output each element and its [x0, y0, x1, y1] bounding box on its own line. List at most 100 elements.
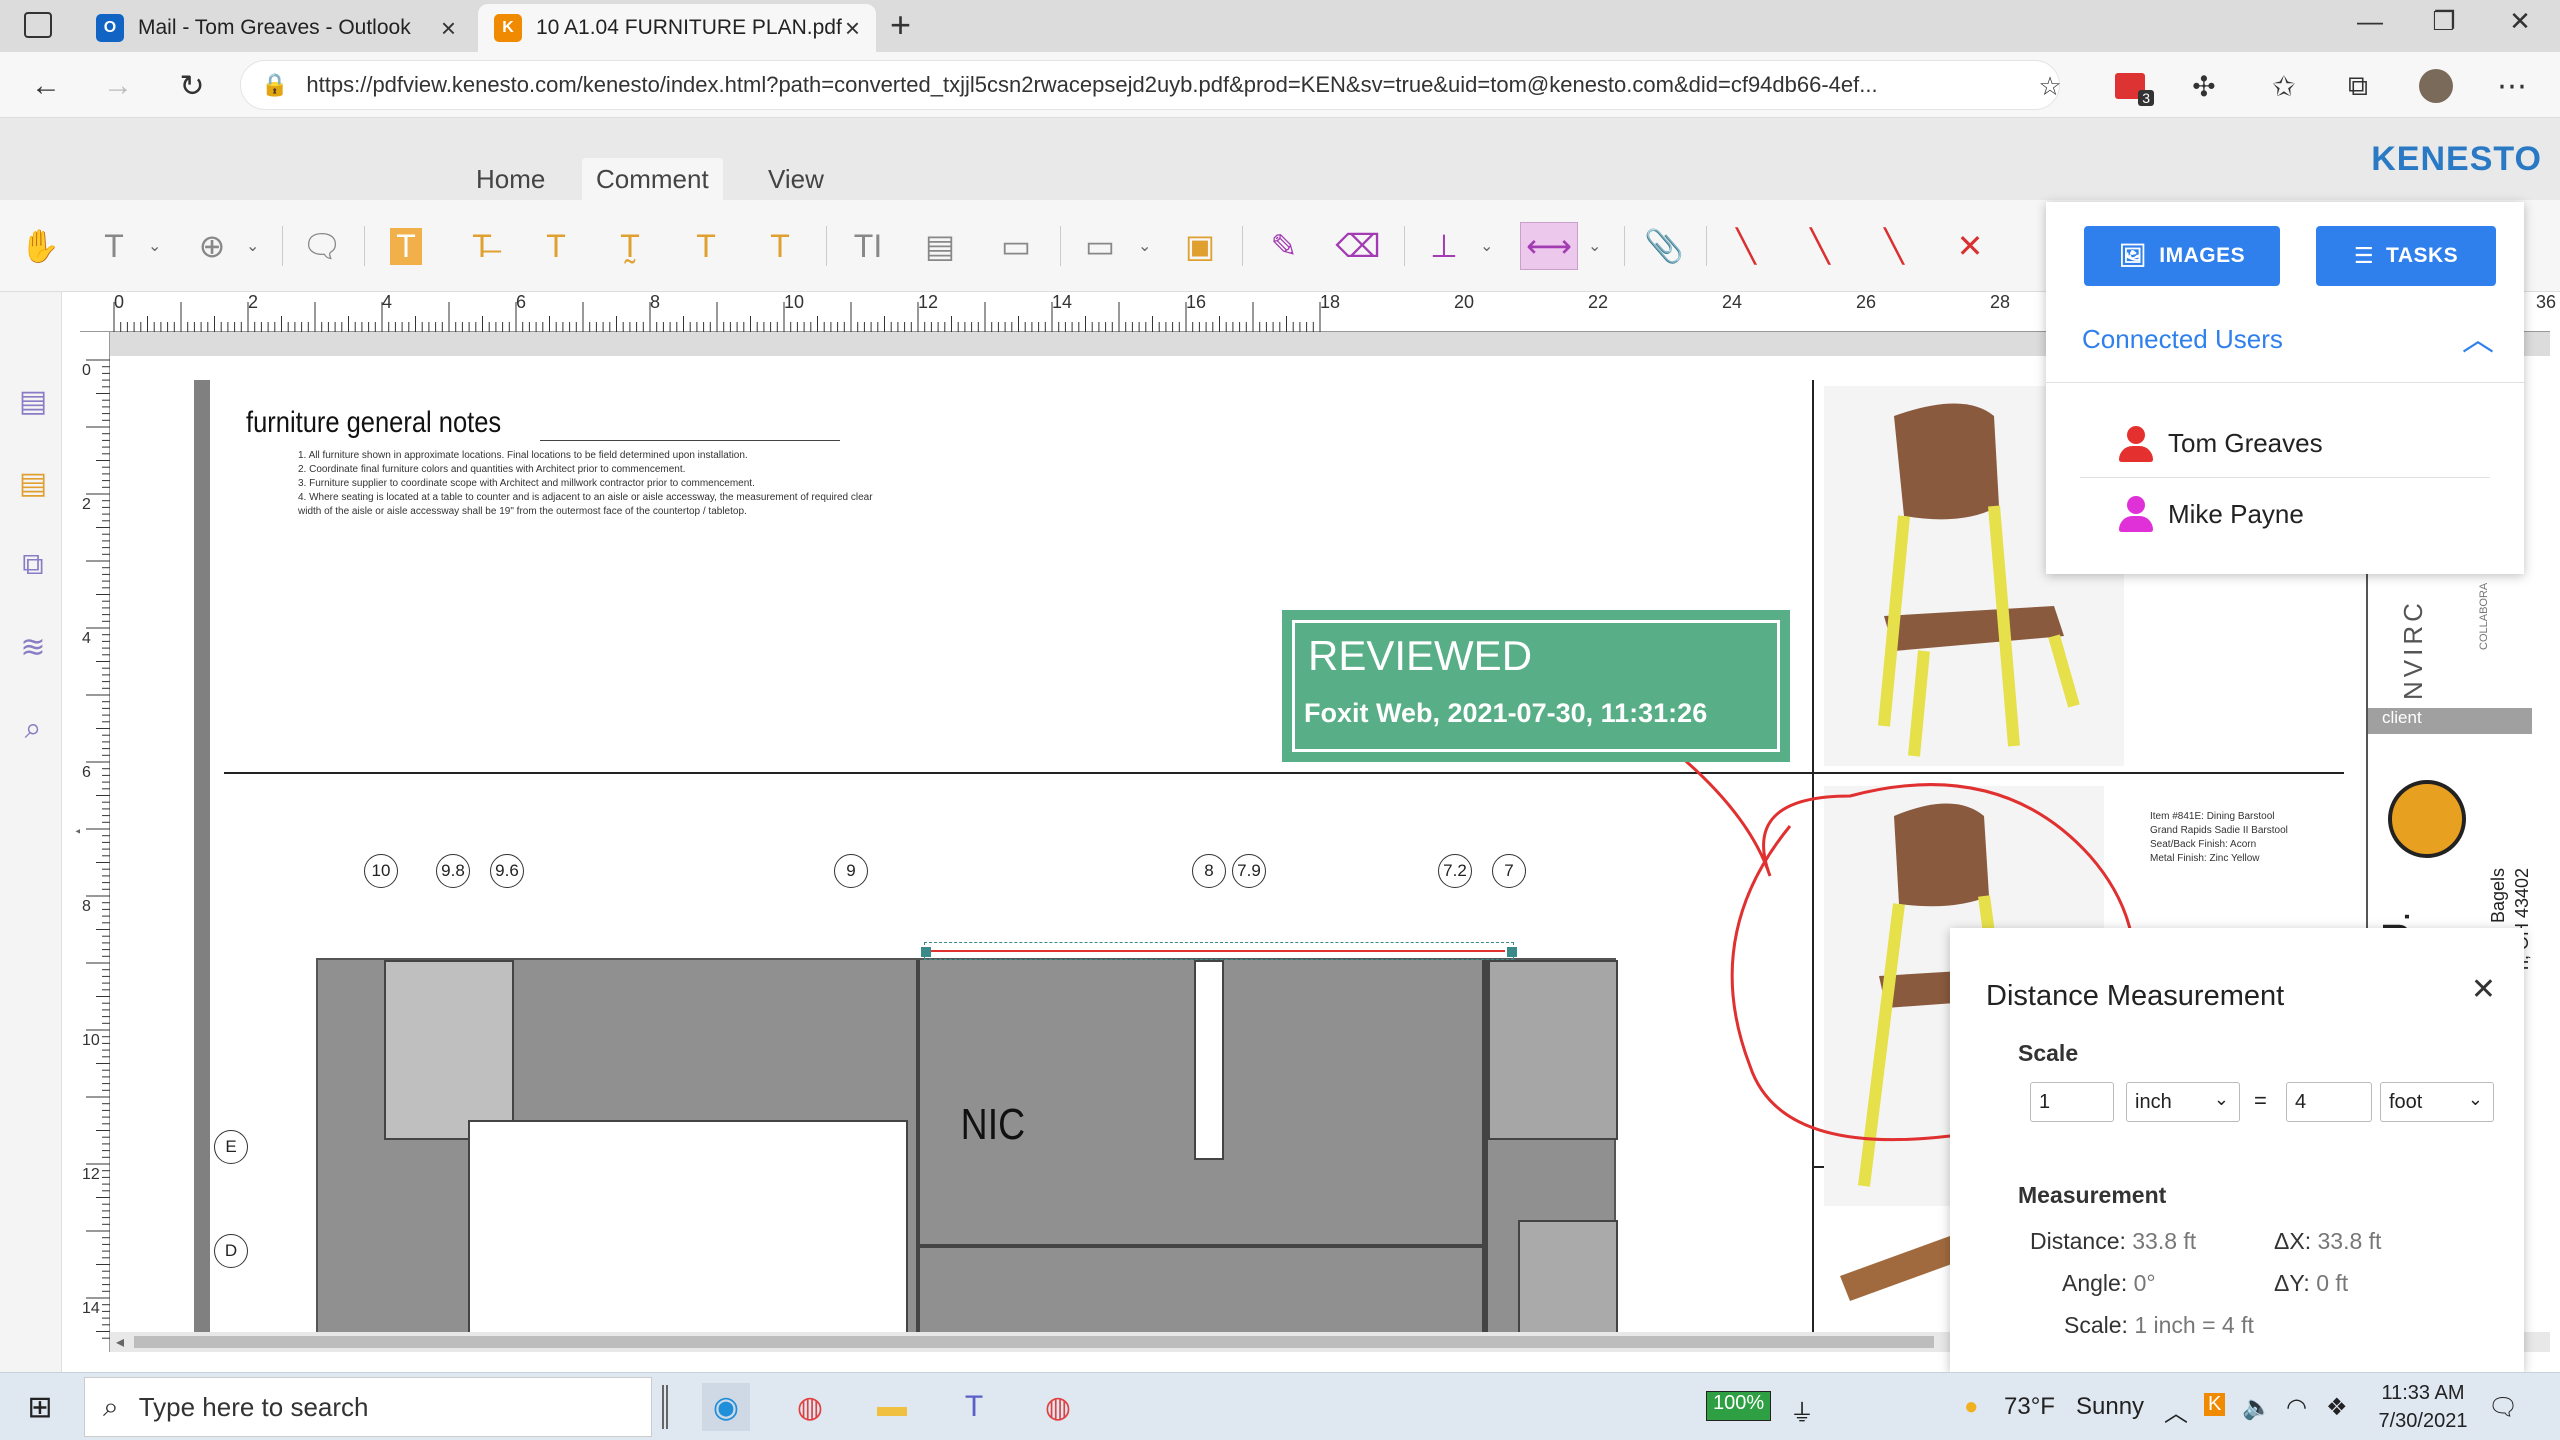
- scale-to-input[interactable]: 4: [2286, 1082, 2372, 1122]
- select-text-icon[interactable]: T: [90, 222, 138, 270]
- more-icon[interactable]: ⋯: [2490, 64, 2534, 108]
- distance-measure-icon[interactable]: ⟷: [1520, 222, 1578, 270]
- favorites-icon[interactable]: ✩: [2262, 64, 2306, 108]
- strikeout-icon[interactable]: T̶: [458, 222, 506, 270]
- chevron-down-icon[interactable]: ⌄: [148, 236, 161, 256]
- rectangle-icon[interactable]: ▭: [1076, 222, 1124, 270]
- image-icon[interactable]: ▣: [1176, 222, 1224, 270]
- polyline-icon[interactable]: ╲: [1870, 222, 1918, 270]
- tab-view[interactable]: View: [754, 158, 838, 200]
- bookmarks-icon[interactable]: ▤: [16, 384, 50, 418]
- pencil-icon[interactable]: ✎: [1260, 222, 1308, 270]
- dropbox-icon[interactable]: ❖: [2326, 1393, 2348, 1422]
- tab-comment[interactable]: Comment: [582, 158, 723, 200]
- images-button[interactable]: 🖼 IMAGES: [2084, 226, 2280, 286]
- tab-pdf[interactable]: K 10 A1.04 FURNITURE PLAN.pdf ×: [478, 4, 876, 52]
- battery-indicator[interactable]: 100%: [1706, 1391, 1772, 1421]
- new-tab-button[interactable]: +: [890, 4, 911, 46]
- refresh-button[interactable]: ↻: [170, 64, 214, 108]
- eraser-icon[interactable]: ⌫: [1334, 222, 1382, 270]
- scale-to-unit-select[interactable]: foot ⌄: [2380, 1082, 2494, 1122]
- cross-line-icon[interactable]: ✕: [1946, 222, 1994, 270]
- scale-label: Scale: [2018, 1040, 2079, 1066]
- add-favorite-icon[interactable]: ☆: [2028, 64, 2072, 108]
- chevron-down-icon[interactable]: ⌄: [1480, 236, 1493, 256]
- wifi-icon[interactable]: ◠: [2286, 1393, 2307, 1422]
- comments-icon[interactable]: ▤: [16, 466, 50, 500]
- scale-from-unit-select[interactable]: inch ⌄: [2126, 1082, 2240, 1122]
- ruler-label: 20: [1454, 292, 1475, 312]
- measurement-handle[interactable]: [1507, 947, 1517, 957]
- note-icon[interactable]: 🗨: [298, 222, 346, 270]
- windows-taskbar: ⊞ ⌕ Type here to search ◉ ◍ ▬ T ◍ 100% ⏚…: [0, 1372, 2560, 1440]
- attachment-icon[interactable]: 📎: [1640, 222, 1688, 270]
- close-icon[interactable]: ×: [845, 13, 860, 44]
- measurement-label: Measurement: [2018, 1182, 2167, 1208]
- weather-temp[interactable]: 73°F: [2004, 1393, 2055, 1421]
- arrow-line-icon[interactable]: ╲: [1796, 222, 1844, 270]
- back-button[interactable]: ←: [24, 64, 68, 108]
- tab-home[interactable]: Home: [462, 158, 559, 200]
- chevron-up-icon[interactable]: ︿: [2462, 314, 2494, 360]
- chrome-icon[interactable]: ◍: [786, 1383, 834, 1431]
- pages-icon[interactable]: ⧉: [16, 548, 50, 582]
- chrome-profile-icon[interactable]: ◍: [1034, 1383, 1082, 1431]
- taskbar-search[interactable]: ⌕ Type here to search: [84, 1377, 652, 1437]
- teams-icon[interactable]: T: [950, 1383, 998, 1431]
- kenesto-tray-icon[interactable]: K: [2204, 1393, 2226, 1416]
- notifications-icon[interactable]: 🗨: [2488, 1393, 2518, 1422]
- url-field[interactable]: 🔒 https://pdfview.kenesto.com/kenesto/in…: [240, 60, 2060, 110]
- chevron-down-icon[interactable]: ⌄: [246, 236, 259, 256]
- ruler-label: 8: [82, 898, 91, 915]
- tab-outlook[interactable]: O Mail - Tom Greaves - Outlook ×: [80, 4, 472, 52]
- scale-from-input[interactable]: 1: [2030, 1082, 2114, 1122]
- tasks-button[interactable]: ☰ TASKS: [2316, 226, 2496, 286]
- scroll-left-icon[interactable]: ◂: [116, 1332, 124, 1352]
- edge-icon[interactable]: ◉: [702, 1383, 750, 1431]
- hand-icon[interactable]: ✋: [16, 222, 64, 270]
- zoom-icon[interactable]: ⊕: [188, 222, 236, 270]
- chevron-down-icon[interactable]: ⌄: [1588, 236, 1601, 256]
- chevron-up-icon[interactable]: ︿: [2164, 1393, 2188, 1428]
- measurement-line[interactable]: [921, 942, 1517, 960]
- chevron-down-icon[interactable]: ⌄: [1138, 236, 1151, 256]
- extension-icon[interactable]: 3: [2108, 64, 2154, 108]
- close-window-button[interactable]: ✕: [2490, 6, 2550, 37]
- dx-value: 33.8 ft: [2317, 1228, 2382, 1254]
- note-line: 1. All furniture shown in approximate lo…: [298, 450, 748, 461]
- interior-wall: [916, 960, 920, 1352]
- insert-text-icon[interactable]: T: [756, 222, 804, 270]
- puzzle-icon[interactable]: ✣: [2182, 64, 2226, 108]
- file-explorer-icon[interactable]: ▬: [868, 1383, 916, 1431]
- tab-actions-icon[interactable]: [24, 12, 52, 38]
- collections-icon[interactable]: ⧉: [2336, 64, 2380, 108]
- stamp-icon[interactable]: ⊥: [1420, 222, 1468, 270]
- connected-users-title[interactable]: Connected Users: [2082, 324, 2283, 355]
- typewriter-icon[interactable]: TI: [844, 222, 892, 270]
- squiggly-icon[interactable]: T̰: [606, 222, 654, 270]
- callout-icon[interactable]: ▤: [916, 222, 964, 270]
- forward-button[interactable]: →: [96, 64, 140, 108]
- highlight-icon[interactable]: T: [382, 222, 430, 270]
- maximize-button[interactable]: ❐: [2414, 6, 2474, 37]
- search-icon[interactable]: ⌕: [16, 712, 50, 746]
- measurement-handle[interactable]: [921, 947, 931, 957]
- ruler-label: 2: [248, 292, 259, 312]
- layers-icon[interactable]: ≋: [16, 630, 50, 664]
- reviewed-stamp[interactable]: REVIEWED Foxit Web, 2021-07-30, 11:31:26: [1282, 610, 1790, 762]
- replace-text-icon[interactable]: T: [682, 222, 730, 270]
- weather-condition[interactable]: Sunny: [2076, 1393, 2144, 1421]
- underline-icon[interactable]: T: [532, 222, 580, 270]
- close-icon[interactable]: ×: [441, 13, 456, 44]
- scroll-thumb[interactable]: [134, 1336, 1934, 1348]
- textbox-icon[interactable]: ▭: [992, 222, 1040, 270]
- windows-start-icon[interactable]: ⊞: [16, 1383, 64, 1431]
- minimize-button[interactable]: —: [2340, 6, 2400, 37]
- weather-icon[interactable]: ●: [1964, 1393, 1979, 1421]
- close-icon[interactable]: ✕: [2471, 972, 2496, 1007]
- line-icon[interactable]: ╲: [1722, 222, 1770, 270]
- ruler-label: 10: [82, 1032, 100, 1049]
- speaker-icon[interactable]: 🔈: [2242, 1393, 2272, 1422]
- avatar[interactable]: [2414, 64, 2458, 108]
- clock[interactable]: 11:33 AM 7/30/2021: [2368, 1379, 2478, 1435]
